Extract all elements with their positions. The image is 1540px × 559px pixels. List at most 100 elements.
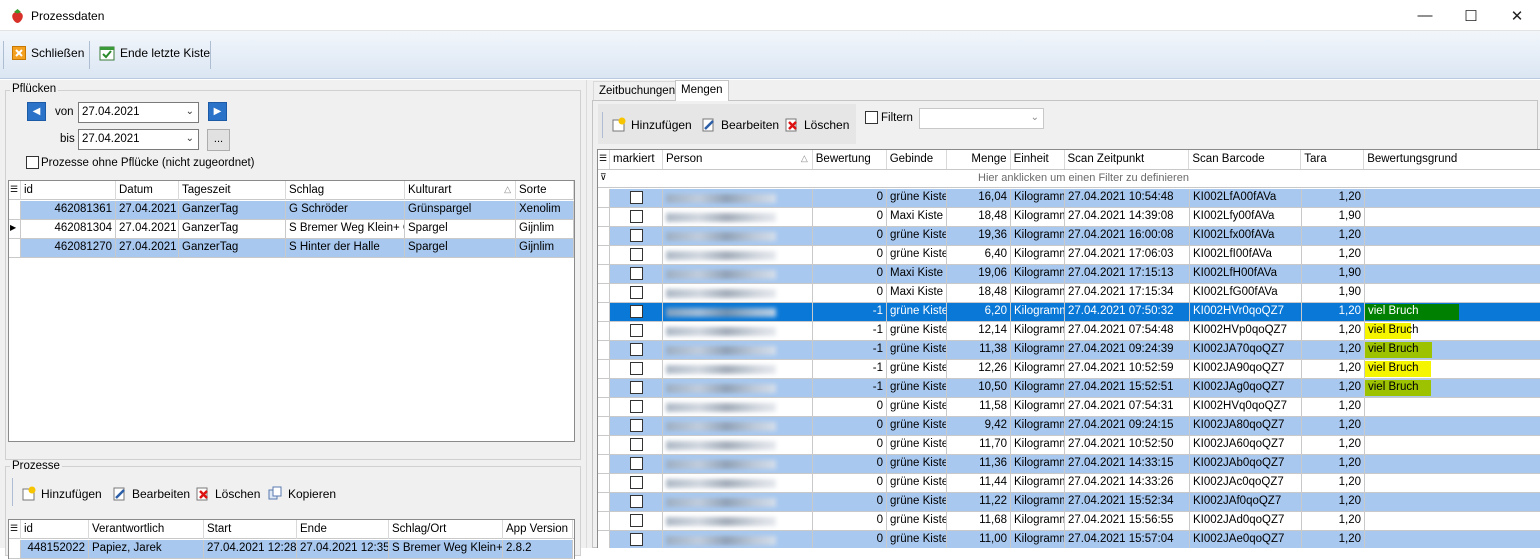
- cell-bewertungsgrund[interactable]: [1365, 436, 1540, 455]
- cell-bewertung[interactable]: 0: [813, 227, 887, 246]
- cell-einheit[interactable]: Kilogramm: [1011, 341, 1065, 360]
- cell-scan-barcode[interactable]: KI002JAe0qoQZ7: [1190, 531, 1302, 548]
- cell-menge[interactable]: 18,48: [947, 284, 1011, 303]
- cell-scan-barcode[interactable]: KI002JA80qoQZ7: [1190, 417, 1302, 436]
- cell-markiert[interactable]: [610, 341, 663, 360]
- col-header-id[interactable]: id: [21, 181, 116, 200]
- markiert-checkbox[interactable]: [629, 514, 643, 527]
- cell-person-redacted[interactable]: [663, 341, 813, 360]
- cell-ende[interactable]: 27.04.2021 12:35: [297, 540, 389, 559]
- cell-scan-zeitpunkt[interactable]: 27.04.2021 15:56:55: [1065, 512, 1190, 531]
- cell-menge[interactable]: 11,44: [947, 474, 1011, 493]
- cell-bewertungsgrund[interactable]: [1365, 417, 1540, 436]
- tab-mengen[interactable]: Mengen: [675, 80, 729, 101]
- cell-scan-zeitpunkt[interactable]: 27.04.2021 14:33:26: [1065, 474, 1190, 493]
- cell-kulturart[interactable]: Spargel: [405, 220, 516, 239]
- cell-menge[interactable]: 11,68: [947, 512, 1011, 531]
- cell-id[interactable]: 462081304: [21, 220, 116, 239]
- cell-app-version[interactable]: 2.8.2: [503, 540, 573, 559]
- cell-tara[interactable]: 1,20: [1302, 474, 1365, 493]
- cell-person-redacted[interactable]: [663, 322, 813, 341]
- cell-tara[interactable]: 1,20: [1302, 227, 1365, 246]
- cell-markiert[interactable]: [610, 284, 663, 303]
- cell-gebinde[interactable]: grüne Kiste: [887, 379, 947, 398]
- cell-menge[interactable]: 6,40: [947, 246, 1011, 265]
- cell-scan-zeitpunkt[interactable]: 27.04.2021 14:39:08: [1065, 208, 1190, 227]
- col-header-start[interactable]: Start: [204, 520, 297, 539]
- cell-scan-barcode[interactable]: KI002JA70qoQZ7: [1190, 341, 1302, 360]
- cell-bewertung[interactable]: 0: [813, 512, 887, 531]
- col-header-markiert[interactable]: markiert: [610, 150, 663, 169]
- table-row[interactable]: 0 grüne Kiste 9,42 Kilogramm 27.04.2021 09:2…: [598, 417, 1540, 436]
- prozesse-edit-button[interactable]: Bearbeiten: [112, 486, 190, 501]
- grid-menu-icon[interactable]: ☰: [598, 150, 610, 169]
- table-row[interactable]: 462081361 27.04.2021 GanzerTag G Schröder Gr…: [9, 201, 574, 220]
- markiert-checkbox[interactable]: [629, 400, 643, 413]
- end-last-box-button[interactable]: Ende letzte Kiste: [99, 45, 210, 61]
- cell-schlag[interactable]: G Schröder: [286, 201, 405, 220]
- cell-bewertungsgrund[interactable]: viel Bruch: [1365, 341, 1540, 360]
- cell-bewertungsgrund[interactable]: [1365, 284, 1540, 303]
- cell-bewertungsgrund[interactable]: viel Bruch: [1365, 322, 1540, 341]
- table-row[interactable]: 0 grüne Kiste 16,04 Kilogramm 27.04.2021 10:…: [598, 189, 1540, 208]
- table-row[interactable]: 0 grüne Kiste 11,70 Kilogramm 27.04.2021 10:…: [598, 436, 1540, 455]
- col-header-gebinde[interactable]: Gebinde: [887, 150, 947, 169]
- cell-scan-barcode[interactable]: KI002JAg0qoQZ7: [1190, 379, 1302, 398]
- markiert-checkbox[interactable]: [629, 324, 643, 337]
- cell-scan-barcode[interactable]: KI002LfI00fAVa: [1190, 246, 1302, 265]
- cell-menge[interactable]: 19,36: [947, 227, 1011, 246]
- tab-zeitbuchungen[interactable]: Zeitbuchungen: [593, 81, 682, 101]
- cell-person-redacted[interactable]: [663, 512, 813, 531]
- cell-scan-barcode[interactable]: KI002JA60qoQZ7: [1190, 436, 1302, 455]
- col-header-id[interactable]: id: [21, 520, 89, 539]
- cell-bewertung[interactable]: 0: [813, 531, 887, 548]
- markiert-checkbox[interactable]: [629, 305, 643, 318]
- cell-tageszeit[interactable]: GanzerTag: [179, 239, 286, 258]
- cell-tageszeit[interactable]: GanzerTag: [179, 220, 286, 239]
- cell-bewertung[interactable]: 0: [813, 417, 887, 436]
- cell-einheit[interactable]: Kilogramm: [1011, 322, 1065, 341]
- cell-tara[interactable]: 1,20: [1302, 531, 1365, 548]
- cell-kulturart[interactable]: Grünspargel: [405, 201, 516, 220]
- markiert-checkbox[interactable]: [629, 476, 643, 489]
- cell-gebinde[interactable]: grüne Kiste: [887, 189, 947, 208]
- cell-menge[interactable]: 11,22: [947, 493, 1011, 512]
- cell-person-redacted[interactable]: [663, 227, 813, 246]
- cell-menge[interactable]: 12,14: [947, 322, 1011, 341]
- cell-bewertung[interactable]: -1: [813, 360, 887, 379]
- checkbox-box[interactable]: [865, 111, 878, 124]
- cell-tara[interactable]: 1,20: [1302, 322, 1365, 341]
- cell-tara[interactable]: 1,90: [1302, 208, 1365, 227]
- cell-person-redacted[interactable]: [663, 208, 813, 227]
- cell-tara[interactable]: 1,20: [1302, 189, 1365, 208]
- cell-markiert[interactable]: [610, 189, 663, 208]
- col-header-person[interactable]: Person △: [663, 150, 813, 169]
- cell-scan-barcode[interactable]: KI002HVp0qoQZ7: [1190, 322, 1302, 341]
- cell-markiert[interactable]: [610, 417, 663, 436]
- table-row[interactable]: 0 grüne Kiste 6,40 Kilogramm 27.04.2021 17:0…: [598, 246, 1540, 265]
- cell-einheit[interactable]: Kilogramm: [1011, 360, 1065, 379]
- table-row[interactable]: 0 grüne Kiste 11,00 Kilogramm 27.04.2021 15:…: [598, 531, 1540, 548]
- von-date-picker[interactable]: 27.04.2021 ⌄: [78, 102, 199, 123]
- cell-id[interactable]: 462081361: [21, 201, 116, 220]
- cell-datum[interactable]: 27.04.2021: [116, 239, 179, 258]
- cell-bewertungsgrund[interactable]: [1365, 398, 1540, 417]
- markiert-checkbox[interactable]: [629, 495, 643, 508]
- cell-scan-barcode[interactable]: KI002JAb0qoQZ7: [1190, 455, 1302, 474]
- table-row[interactable]: -1 grüne Kiste 12,14 Kilogramm 27.04.2021 07…: [598, 322, 1540, 341]
- cell-scan-barcode[interactable]: KI002LfH00fAVa: [1190, 265, 1302, 284]
- table-row[interactable]: 0 Maxi Kiste 19,06 Kilogramm 27.04.2021 17:1…: [598, 265, 1540, 284]
- prozesse-delete-button[interactable]: Löschen: [195, 486, 260, 501]
- table-row[interactable]: 0 grüne Kiste 19,36 Kilogramm 27.04.2021 16:…: [598, 227, 1540, 246]
- cell-gebinde[interactable]: grüne Kiste: [887, 303, 947, 322]
- cell-markiert[interactable]: [610, 398, 663, 417]
- grid-menu-icon[interactable]: ☰: [9, 520, 21, 539]
- filter-row[interactable]: ⊽ Hier anklicken um einen Filter zu defi…: [598, 170, 1540, 188]
- cell-person-redacted[interactable]: [663, 398, 813, 417]
- cell-bewertungsgrund[interactable]: [1365, 512, 1540, 531]
- cell-schlag[interactable]: S Hinter der Halle: [286, 239, 405, 258]
- cell-einheit[interactable]: Kilogramm: [1011, 493, 1065, 512]
- cell-bewertungsgrund[interactable]: [1365, 455, 1540, 474]
- cell-person-redacted[interactable]: [663, 360, 813, 379]
- cell-bewertung[interactable]: 0: [813, 493, 887, 512]
